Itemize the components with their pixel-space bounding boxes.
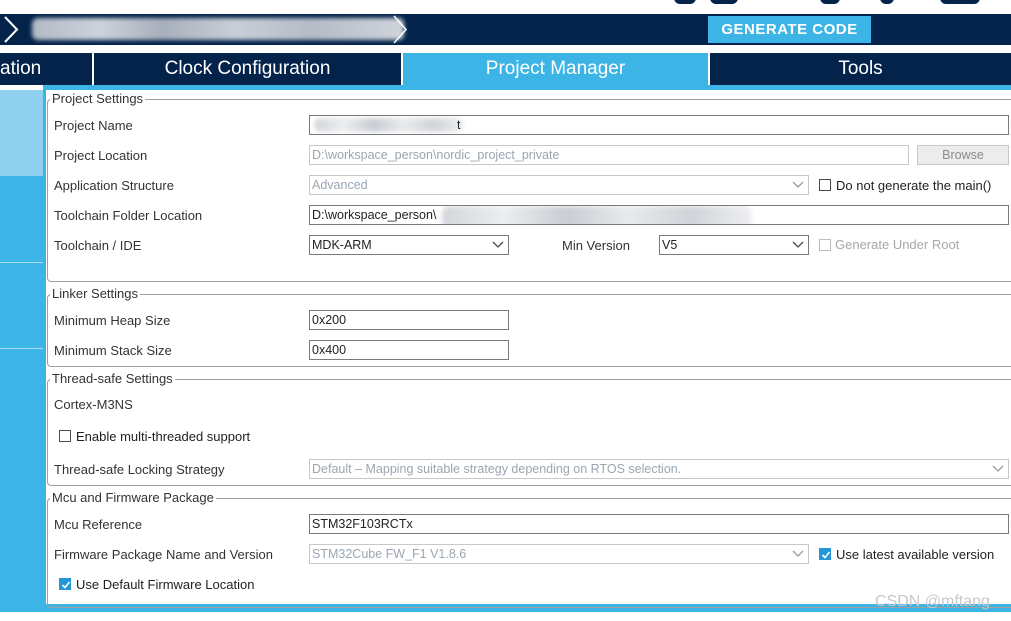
do-not-generate-main-label: Do not generate the main() <box>836 178 992 193</box>
generate-under-root-label: Generate Under Root <box>835 237 960 252</box>
project-name-redacted <box>314 118 464 132</box>
min-version-select[interactable]: V5 <box>659 235 809 255</box>
heap-size-input[interactable]: 0x200 <box>309 310 509 330</box>
generate-code-button[interactable]: GENERATE CODE <box>708 16 871 43</box>
use-default-firmware-location-label: Use Default Firmware Location <box>76 577 255 592</box>
project-name-label: Project Name <box>54 118 133 133</box>
use-latest-version-checkbox[interactable] <box>819 548 831 560</box>
tab-project-manager[interactable]: Project Manager <box>403 53 708 85</box>
heap-size-label: Minimum Heap Size <box>54 313 171 328</box>
multithread-support-checkbox[interactable] <box>59 430 71 442</box>
toolchain-folder-redacted <box>442 206 752 224</box>
mcu-reference-label: Mcu Reference <box>54 517 143 532</box>
use-default-firmware-location-checkbox[interactable] <box>59 578 71 590</box>
social-icon[interactable] <box>710 0 738 4</box>
min-version-label: Min Version <box>562 238 630 253</box>
toolchain-ide-select[interactable]: MDK-ARM <box>309 235 509 255</box>
generate-under-root-checkbox[interactable] <box>819 239 831 251</box>
multithread-support-label: Enable multi-threaded support <box>76 429 251 444</box>
project-location-label: Project Location <box>54 148 148 163</box>
checkmark-icon <box>821 551 831 559</box>
breadcrumb-chevron-icon <box>4 16 19 43</box>
linker-settings-legend: Linker Settings <box>50 286 140 301</box>
share-icon[interactable] <box>820 0 840 4</box>
mcu-reference-input[interactable]: STM32F103RCTx <box>309 514 1009 534</box>
browse-button[interactable]: Browse <box>917 145 1009 165</box>
tab-pinout-configuration[interactable]: ation <box>0 53 92 85</box>
side-nav-item-project[interactable] <box>0 90 43 176</box>
do-not-generate-main-checkbox[interactable] <box>819 179 831 191</box>
core-name-label: Cortex-M3NS <box>54 397 133 412</box>
breadcrumb-end-chevron-icon <box>393 15 408 44</box>
tab-clock-configuration[interactable]: Clock Configuration <box>94 53 401 85</box>
project-settings-legend: Project Settings <box>50 91 146 106</box>
watermark-text: CSDN @mftang <box>875 593 990 610</box>
mcu-firmware-legend: Mcu and Firmware Package <box>50 490 216 505</box>
chevron-down-icon <box>792 241 804 248</box>
stm32cubemx-window: GENERATE CODE ation Clock Configuration … <box>0 0 1011 621</box>
tab-tools[interactable]: Tools <box>710 53 1011 85</box>
side-nav-divider <box>0 348 43 349</box>
use-latest-version-label: Use latest available version <box>836 547 995 562</box>
top-toolbar-icons[interactable] <box>670 0 1000 6</box>
breadcrumb-redacted <box>32 18 404 40</box>
help-icon[interactable] <box>674 0 696 4</box>
toolchain-folder-label: Toolchain Folder Location <box>54 208 203 223</box>
checkmark-icon <box>61 581 71 589</box>
locking-strategy-label: Thread-safe Locking Strategy <box>54 462 225 477</box>
side-nav-item-code-generator[interactable] <box>0 176 43 262</box>
toolchain-folder-input[interactable]: D:\workspace_person\ <box>309 205 1009 225</box>
stack-size-input[interactable]: 0x400 <box>309 340 509 360</box>
toolchain-ide-label: Toolchain / IDE <box>54 238 142 253</box>
project-location-input[interactable]: D:\workspace_person\nordic_project_priva… <box>309 145 909 165</box>
application-structure-label: Application Structure <box>54 178 174 193</box>
firmware-package-label: Firmware Package Name and Version <box>54 547 273 562</box>
locking-strategy-select[interactable]: Default – Mapping suitable strategy depe… <box>309 459 1009 479</box>
application-structure-select[interactable]: Advanced <box>309 175 809 195</box>
brand-icon[interactable] <box>940 0 980 4</box>
stack-size-label: Minimum Stack Size <box>54 343 172 358</box>
linker-settings-group <box>47 294 1011 367</box>
firmware-package-select[interactable]: STM32Cube FW_F1 V1.8.6 <box>309 544 809 564</box>
chevron-down-icon <box>792 181 804 188</box>
project-name-input[interactable]: t <box>309 115 1009 135</box>
link-icon[interactable] <box>880 0 894 4</box>
chevron-down-icon <box>992 465 1004 472</box>
thread-safe-settings-legend: Thread-safe Settings <box>50 371 175 386</box>
chevron-down-icon <box>792 550 804 557</box>
chevron-down-icon <box>492 241 504 248</box>
side-nav-item-advanced-settings[interactable] <box>0 262 43 348</box>
side-navigation <box>0 90 43 612</box>
